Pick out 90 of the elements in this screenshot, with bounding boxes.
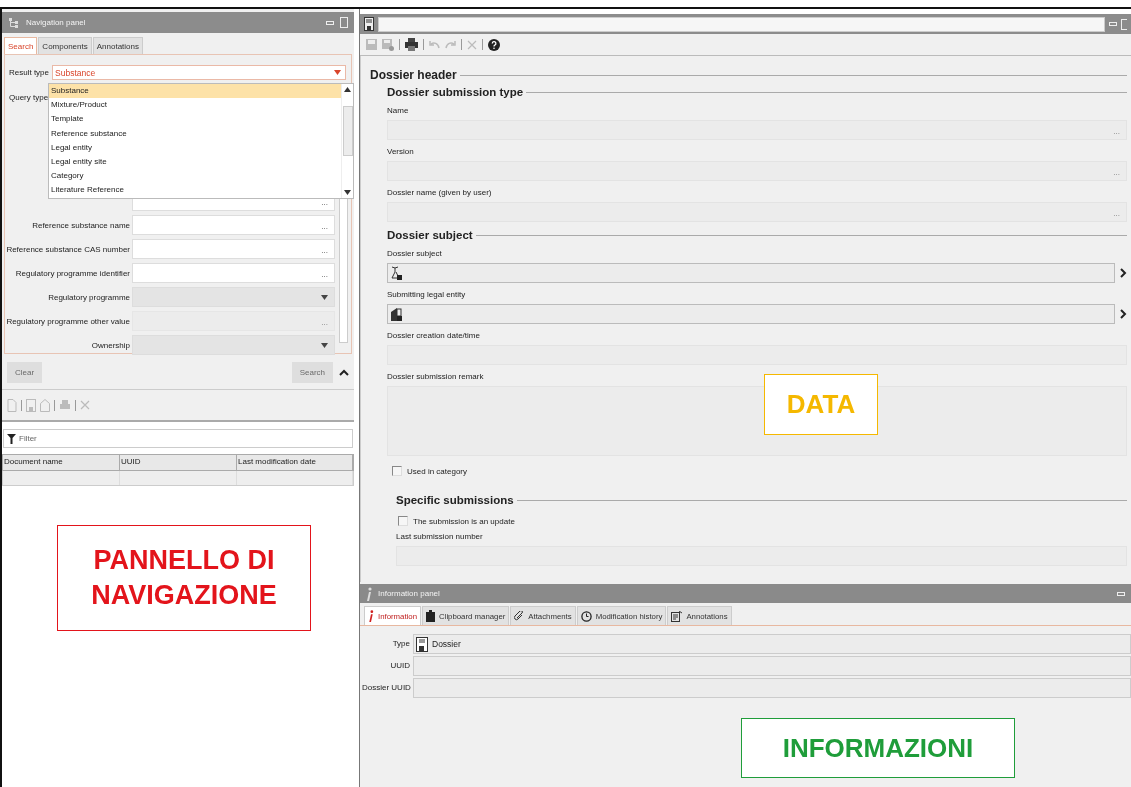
scroll-down-icon[interactable]	[344, 190, 351, 195]
field-label: Dossier submission remark	[387, 372, 485, 381]
dropdown-option[interactable]: Substance	[49, 84, 341, 99]
caret-icon	[321, 342, 328, 348]
checkbox-label: Used in category	[407, 466, 468, 476]
checkbox[interactable]	[398, 516, 408, 526]
section-heading: Specific submissions	[396, 494, 514, 506]
section-heading: Dossier submission type	[387, 86, 524, 98]
checkbox-label: The submission is an update	[413, 516, 515, 526]
text-field[interactable]: ...	[132, 215, 335, 235]
dropdown-option[interactable]: Template	[49, 112, 341, 127]
text-field[interactable]: ...	[132, 239, 335, 259]
tree-icon	[8, 16, 20, 29]
print-icon[interactable]	[405, 38, 418, 51]
field-label: Dossier UUID	[362, 682, 410, 694]
undo-icon[interactable]	[429, 40, 440, 49]
text-field[interactable]: ...	[387, 161, 1127, 181]
redo-icon[interactable]	[445, 40, 456, 49]
field-label: UUID	[389, 660, 410, 672]
search-button[interactable]: Search	[291, 361, 333, 383]
tab[interactable]: Search	[4, 37, 38, 54]
minimize-icon[interactable]	[1109, 21, 1117, 27]
tab[interactable]: Components	[38, 37, 92, 54]
column-header[interactable]: Last modification date	[237, 455, 353, 470]
note-icon	[671, 610, 683, 622]
field-label: Regulatory programme identifier	[14, 268, 130, 278]
checkbox[interactable]	[392, 466, 402, 476]
text-field[interactable]: ...	[387, 202, 1127, 222]
field-label: Submitting legal entity	[387, 290, 467, 299]
reference-field[interactable]	[387, 263, 1115, 283]
panel-title: Information panel	[378, 589, 440, 598]
chevron-right-icon[interactable]	[1120, 309, 1127, 319]
help-icon[interactable]	[488, 38, 500, 51]
delete-icon[interactable]	[80, 400, 90, 410]
save-icon[interactable]	[366, 39, 377, 50]
building-icon	[391, 307, 403, 321]
delete-icon[interactable]	[467, 39, 477, 50]
filter-field[interactable]: Filter	[3, 429, 353, 448]
dropdown-option[interactable]: Legal entity	[49, 140, 341, 155]
annotation-label: PANNELLO DI NAVIGAZIONE	[57, 525, 311, 631]
column-header[interactable]: UUID	[120, 455, 237, 470]
collapse-icon[interactable]	[339, 368, 349, 376]
field-label: Last submission number	[396, 532, 484, 541]
annotation-label: DATA	[764, 374, 878, 435]
clear-button[interactable]: Clear	[7, 361, 43, 383]
dropdown-option[interactable]: Mixture/Product	[49, 98, 341, 113]
minimize-icon[interactable]	[326, 19, 334, 26]
dropdown-field[interactable]	[132, 335, 335, 355]
save-as-icon[interactable]	[382, 38, 394, 51]
field-label: Ownership	[90, 340, 130, 350]
column-header[interactable]: Document name	[3, 455, 120, 470]
field-label: Reference substance name	[31, 220, 130, 230]
field-label: Regulatory programme	[47, 292, 130, 302]
scroll-up-icon[interactable]	[344, 87, 351, 92]
minimize-icon[interactable]	[1117, 590, 1125, 597]
caret-icon	[334, 70, 341, 75]
text-field[interactable]: ...	[132, 263, 335, 283]
field-label: Name	[387, 106, 410, 115]
dropdown-option[interactable]: Legal entity site	[49, 154, 341, 170]
clipboard-icon	[426, 610, 435, 622]
paperclip-icon	[514, 610, 525, 622]
clock-icon	[580, 610, 592, 622]
field-label: Query type	[9, 93, 49, 102]
filter-icon	[7, 434, 16, 444]
section-heading: Dossier header	[370, 68, 457, 82]
info-icon	[368, 610, 374, 622]
dropdown-option[interactable]: Category	[49, 169, 341, 184]
field-label: Dossier subject	[387, 249, 443, 258]
field-label: Type	[391, 638, 410, 650]
text-area[interactable]	[387, 386, 1127, 456]
flask-icon	[391, 266, 403, 280]
new-document-icon[interactable]	[7, 398, 17, 412]
field-label: Regulatory programme other value	[5, 316, 130, 326]
field-label: Result type	[9, 68, 50, 77]
result-type-dropdown[interactable]: Substance	[52, 65, 346, 80]
annotation-label: INFORMAZIONI	[741, 718, 1015, 778]
panel-title: Navigation panel	[26, 18, 86, 27]
chevron-right-icon[interactable]	[1120, 268, 1127, 278]
tab[interactable]: Annotations	[92, 37, 143, 54]
text-field[interactable]: ...	[387, 120, 1127, 140]
field-label: Dossier name (given by user)	[387, 188, 493, 197]
field-label: Version	[387, 147, 415, 156]
dropdown-option[interactable]: Reference substance	[49, 126, 341, 141]
field-label: Reference substance CAS number	[5, 244, 130, 254]
section-heading: Dossier subject	[387, 229, 473, 241]
caret-icon	[321, 294, 328, 300]
reference-field[interactable]	[387, 304, 1115, 324]
dropdown-field[interactable]	[132, 287, 335, 307]
info-icon	[366, 586, 372, 601]
field-label: Dossier creation date/time	[387, 331, 481, 340]
